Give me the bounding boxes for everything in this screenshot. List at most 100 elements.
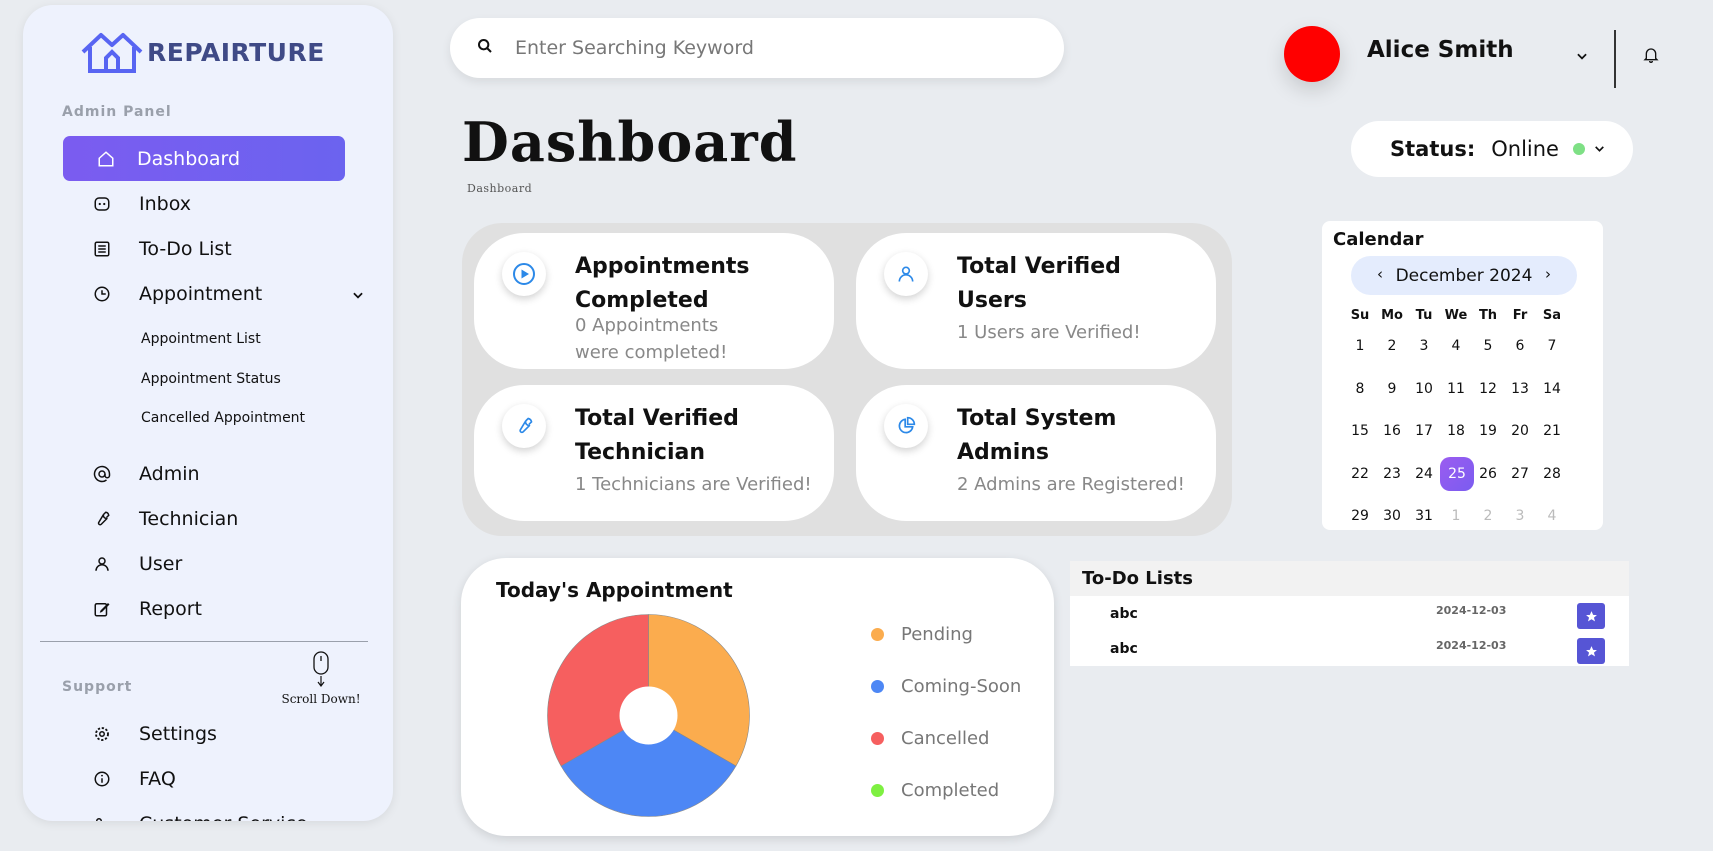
calendar-day[interactable]: 16 <box>1376 423 1408 439</box>
calendar-day[interactable]: 17 <box>1408 423 1440 439</box>
sidebar-item-label: FAQ <box>139 767 176 790</box>
stat-title: Appointments Completed <box>575 254 750 313</box>
calendar-day[interactable]: 3 <box>1408 338 1440 354</box>
sidebar-item-todo[interactable]: To-Do List <box>63 226 345 271</box>
chevron-down-icon[interactable] <box>351 285 365 307</box>
stat-title: Total System Admins <box>957 406 1117 465</box>
chevron-down-icon[interactable] <box>1593 140 1606 159</box>
sidebar-item-technician[interactable]: Technician <box>63 496 345 541</box>
calendar-weekday: Tu <box>1415 307 1433 323</box>
calendar-day[interactable]: 3 <box>1504 508 1536 524</box>
todo-title: To-Do Lists <box>1070 561 1629 596</box>
stat-card-admins[interactable]: Total System Admins 2 Admins are Registe… <box>856 385 1216 521</box>
calendar-day[interactable]: 9 <box>1376 381 1408 397</box>
calendar-day[interactable]: 1 <box>1440 508 1472 524</box>
calendar-day[interactable]: 5 <box>1472 338 1504 354</box>
calendar-day[interactable]: 10 <box>1408 381 1440 397</box>
calendar-day[interactable]: 19 <box>1472 423 1504 439</box>
sidebar-item-label: Inbox <box>139 192 191 215</box>
calendar-day[interactable]: 24 <box>1408 466 1440 482</box>
chevron-left-icon[interactable]: ‹ <box>1377 265 1383 283</box>
calendar-title: Calendar <box>1333 229 1424 250</box>
todo-item[interactable]: abc 2024-12-03 <box>1070 596 1629 631</box>
header-divider <box>1614 30 1616 88</box>
stat-title: Total Verified Users <box>957 254 1121 313</box>
calendar-day[interactable]: 14 <box>1536 381 1568 397</box>
chevron-right-icon[interactable]: › <box>1545 265 1551 283</box>
calendar-day[interactable]: 2 <box>1376 338 1408 354</box>
home-icon <box>95 150 117 168</box>
sidebar-subitem-appointment-status[interactable]: Appointment Status <box>141 371 281 387</box>
at-icon <box>91 465 113 483</box>
todo-item[interactable]: abc 2024-12-03 <box>1070 631 1629 666</box>
sidebar-item-report[interactable]: Report <box>63 586 345 631</box>
search-icon[interactable] <box>477 38 495 58</box>
calendar-day[interactable]: 1 <box>1344 338 1376 354</box>
sidebar-item-settings[interactable]: Settings <box>63 711 345 756</box>
info-icon <box>91 770 113 788</box>
scroll-hint: Scroll Down! <box>281 651 361 706</box>
calendar-day[interactable]: 6 <box>1504 338 1536 354</box>
calendar-day[interactable]: 7 <box>1536 338 1568 354</box>
calendar-day[interactable]: 18 <box>1440 423 1472 439</box>
edit-icon <box>91 600 113 618</box>
legend-item[interactable]: Coming-Soon <box>871 660 1021 712</box>
calendar-day[interactable]: 12 <box>1472 381 1504 397</box>
sidebar-item-faq[interactable]: FAQ <box>63 756 345 801</box>
calendar-day[interactable]: 11 <box>1440 381 1472 397</box>
user-name[interactable]: Alice Smith <box>1367 37 1514 63</box>
stat-card-appointments[interactable]: Appointments Completed 0 Appointments we… <box>474 233 834 369</box>
bell-icon[interactable] <box>1643 46 1659 68</box>
legend-item[interactable]: Completed <box>871 764 1021 816</box>
calendar-day[interactable]: 25 <box>1440 456 1474 491</box>
calendar-day[interactable]: 2 <box>1472 508 1504 524</box>
calendar-day[interactable]: 15 <box>1344 423 1376 439</box>
sidebar-item-dashboard[interactable]: Dashboard <box>63 136 345 181</box>
sidebar-item-inbox[interactable]: Inbox <box>63 181 345 226</box>
calendar-day[interactable]: 31 <box>1408 508 1440 524</box>
calendar-day[interactable]: 4 <box>1440 338 1472 354</box>
stat-card-users[interactable]: Total Verified Users 1 Users are Verifie… <box>856 233 1216 369</box>
sidebar-item-label: Dashboard <box>137 147 241 170</box>
star-icon[interactable] <box>1577 638 1605 664</box>
search-input[interactable] <box>515 37 1015 59</box>
avatar[interactable] <box>1284 26 1340 82</box>
calendar-weekday: Mo <box>1381 307 1403 323</box>
sidebar-item-customer-service[interactable]: Customer Service <box>63 801 345 821</box>
headset-icon <box>91 815 113 821</box>
calendar-day[interactable]: 4 <box>1536 508 1568 524</box>
sidebar-item-label: Settings <box>139 722 217 745</box>
stat-title: Total Verified Technician <box>575 406 739 465</box>
calendar-day[interactable]: 26 <box>1472 466 1504 482</box>
calendar-day[interactable]: 21 <box>1536 423 1568 439</box>
brand-name: REPAIRTURE <box>147 37 325 67</box>
calendar-day[interactable]: 28 <box>1536 466 1568 482</box>
sidebar-item-admin[interactable]: Admin <box>63 451 345 496</box>
sidebar-subitem-appointment-list[interactable]: Appointment List <box>141 331 261 347</box>
brand-logo[interactable]: REPAIRTURE <box>79 30 325 74</box>
sidebar-item-appointment[interactable]: Appointment <box>63 271 363 316</box>
chevron-down-icon[interactable] <box>351 815 365 821</box>
chevron-down-icon[interactable] <box>1575 48 1589 67</box>
calendar-day[interactable]: 23 <box>1376 466 1408 482</box>
star-icon[interactable] <box>1577 603 1605 629</box>
legend-swatch <box>871 679 884 693</box>
breadcrumb[interactable]: Dashboard <box>467 182 532 195</box>
calendar-day[interactable]: 30 <box>1376 508 1408 524</box>
sidebar-subitem-cancelled-appointment[interactable]: Cancelled Appointment <box>141 410 305 426</box>
calendar-day[interactable]: 22 <box>1344 466 1376 482</box>
wrench-icon <box>91 510 113 528</box>
calendar-day[interactable]: 13 <box>1504 381 1536 397</box>
status-value: Online <box>1491 137 1559 161</box>
support-label: Support <box>62 679 133 695</box>
calendar-day[interactable]: 20 <box>1504 423 1536 439</box>
stat-card-technicians[interactable]: Total Verified Technician 1 Technicians … <box>474 385 834 521</box>
todays-appointment-card: Today's Appointment Pending Coming-Soon Ca… <box>461 558 1054 836</box>
calendar-day[interactable]: 27 <box>1504 466 1536 482</box>
calendar-day[interactable]: 29 <box>1344 508 1376 524</box>
legend-item[interactable]: Cancelled <box>871 712 1021 764</box>
sidebar-item-user[interactable]: User <box>63 541 345 586</box>
status-selector[interactable]: Status: Online <box>1351 121 1633 177</box>
legend-item[interactable]: Pending <box>871 608 1021 660</box>
calendar-day[interactable]: 8 <box>1344 381 1376 397</box>
